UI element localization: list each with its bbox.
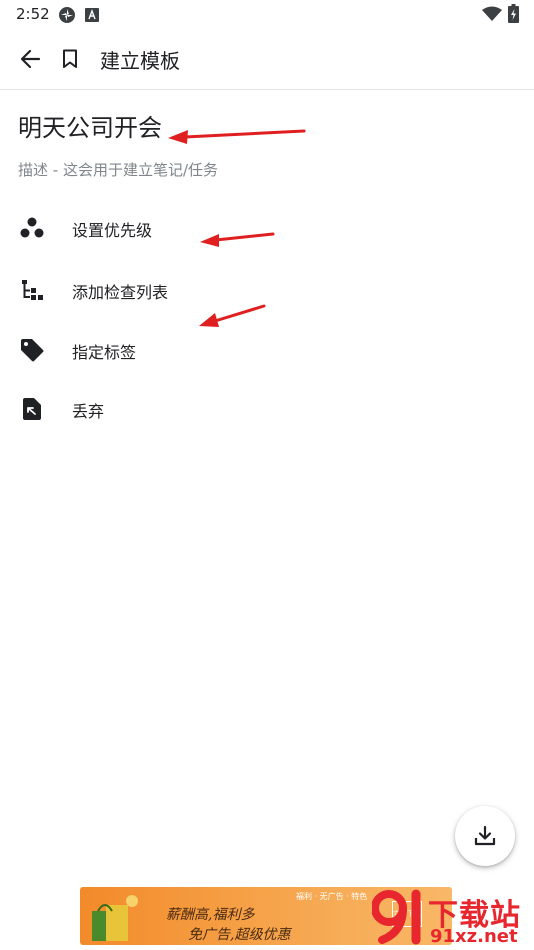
back-button[interactable] — [16, 45, 44, 73]
arrow-left-icon — [20, 49, 41, 69]
menu-item-label: 设置优先级 — [72, 221, 153, 240]
menu-item-label: 指定标签 — [72, 343, 137, 362]
template-title-field[interactable]: 明天公司开会 — [18, 108, 162, 143]
page-title: 建立模板 — [100, 49, 180, 73]
status-time: 2:52 — [16, 5, 50, 23]
bookmark-outline-icon — [63, 49, 77, 68]
ad-top-text: 福利 · 无广告 · 特色 — [296, 892, 368, 901]
priority-dots-icon — [18, 214, 46, 242]
menu-item-assign-tag[interactable]: 指定标签 — [0, 322, 534, 378]
checklist-tree-icon — [18, 276, 46, 304]
menu-item-label: 添加检查列表 — [72, 283, 169, 302]
menu-item-discard[interactable]: 丢弃 — [0, 381, 534, 437]
download-tray-icon — [474, 825, 496, 846]
tag-icon — [18, 336, 46, 364]
wifi-icon — [482, 6, 502, 26]
fan-icon — [58, 6, 76, 28]
watermark-logo-icon — [372, 889, 421, 945]
watermark-en: 91xz.net — [430, 926, 518, 947]
ad-subline: 免广告,超级优惠 — [188, 927, 291, 943]
gift-bag-image — [92, 895, 138, 941]
ad-headline: 薪酬高,福利多 — [166, 907, 255, 923]
a-badge-icon — [85, 7, 99, 26]
bookmark-button[interactable] — [56, 45, 84, 73]
status-bar: 2:52 — [0, 0, 534, 28]
app-bar: 建立模板 — [0, 28, 534, 90]
menu-item-label: 丢弃 — [72, 402, 105, 421]
watermark: 下载站 91xz.net — [372, 886, 534, 950]
battery-charging-icon — [508, 4, 519, 27]
template-description-field[interactable]: 描述 - 这会用于建立笔记/任务 — [18, 159, 218, 180]
menu-item-add-checklist[interactable]: 添加检查列表 — [0, 262, 534, 318]
discard-file-icon — [18, 395, 46, 423]
menu-item-set-priority[interactable]: 设置优先级 — [0, 200, 534, 256]
download-fab-button[interactable] — [455, 806, 515, 866]
